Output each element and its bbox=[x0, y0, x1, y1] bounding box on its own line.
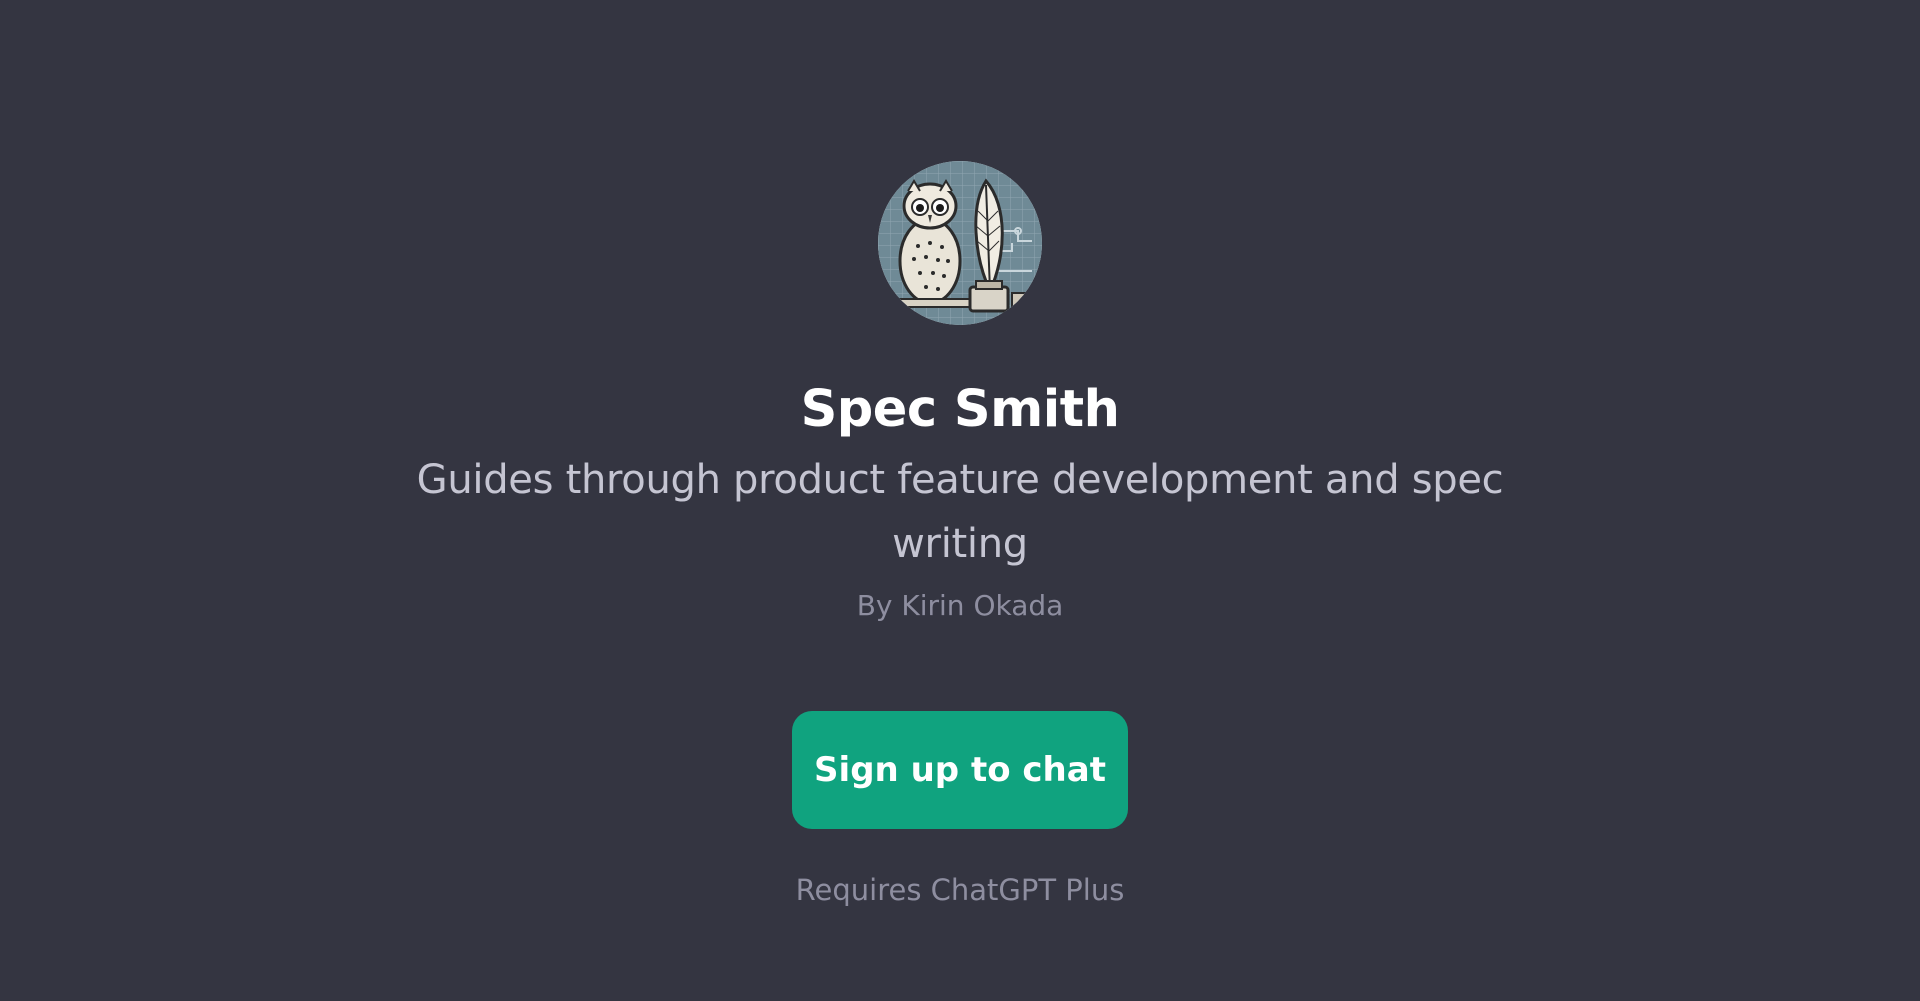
sign-up-to-chat-button[interactable]: Sign up to chat bbox=[792, 711, 1128, 829]
gpt-title: Spec Smith bbox=[800, 380, 1120, 439]
gpt-landing-page: Spec Smith Guides through product featur… bbox=[0, 0, 1920, 1001]
owl-quill-icon bbox=[878, 161, 1042, 325]
gpt-avatar bbox=[878, 161, 1042, 325]
gpt-description: Guides through product feature developme… bbox=[416, 457, 1504, 567]
gpt-author: By Kirin Okada bbox=[856, 589, 1064, 622]
plus-requirement-note: Requires ChatGPT Plus bbox=[795, 873, 1125, 907]
